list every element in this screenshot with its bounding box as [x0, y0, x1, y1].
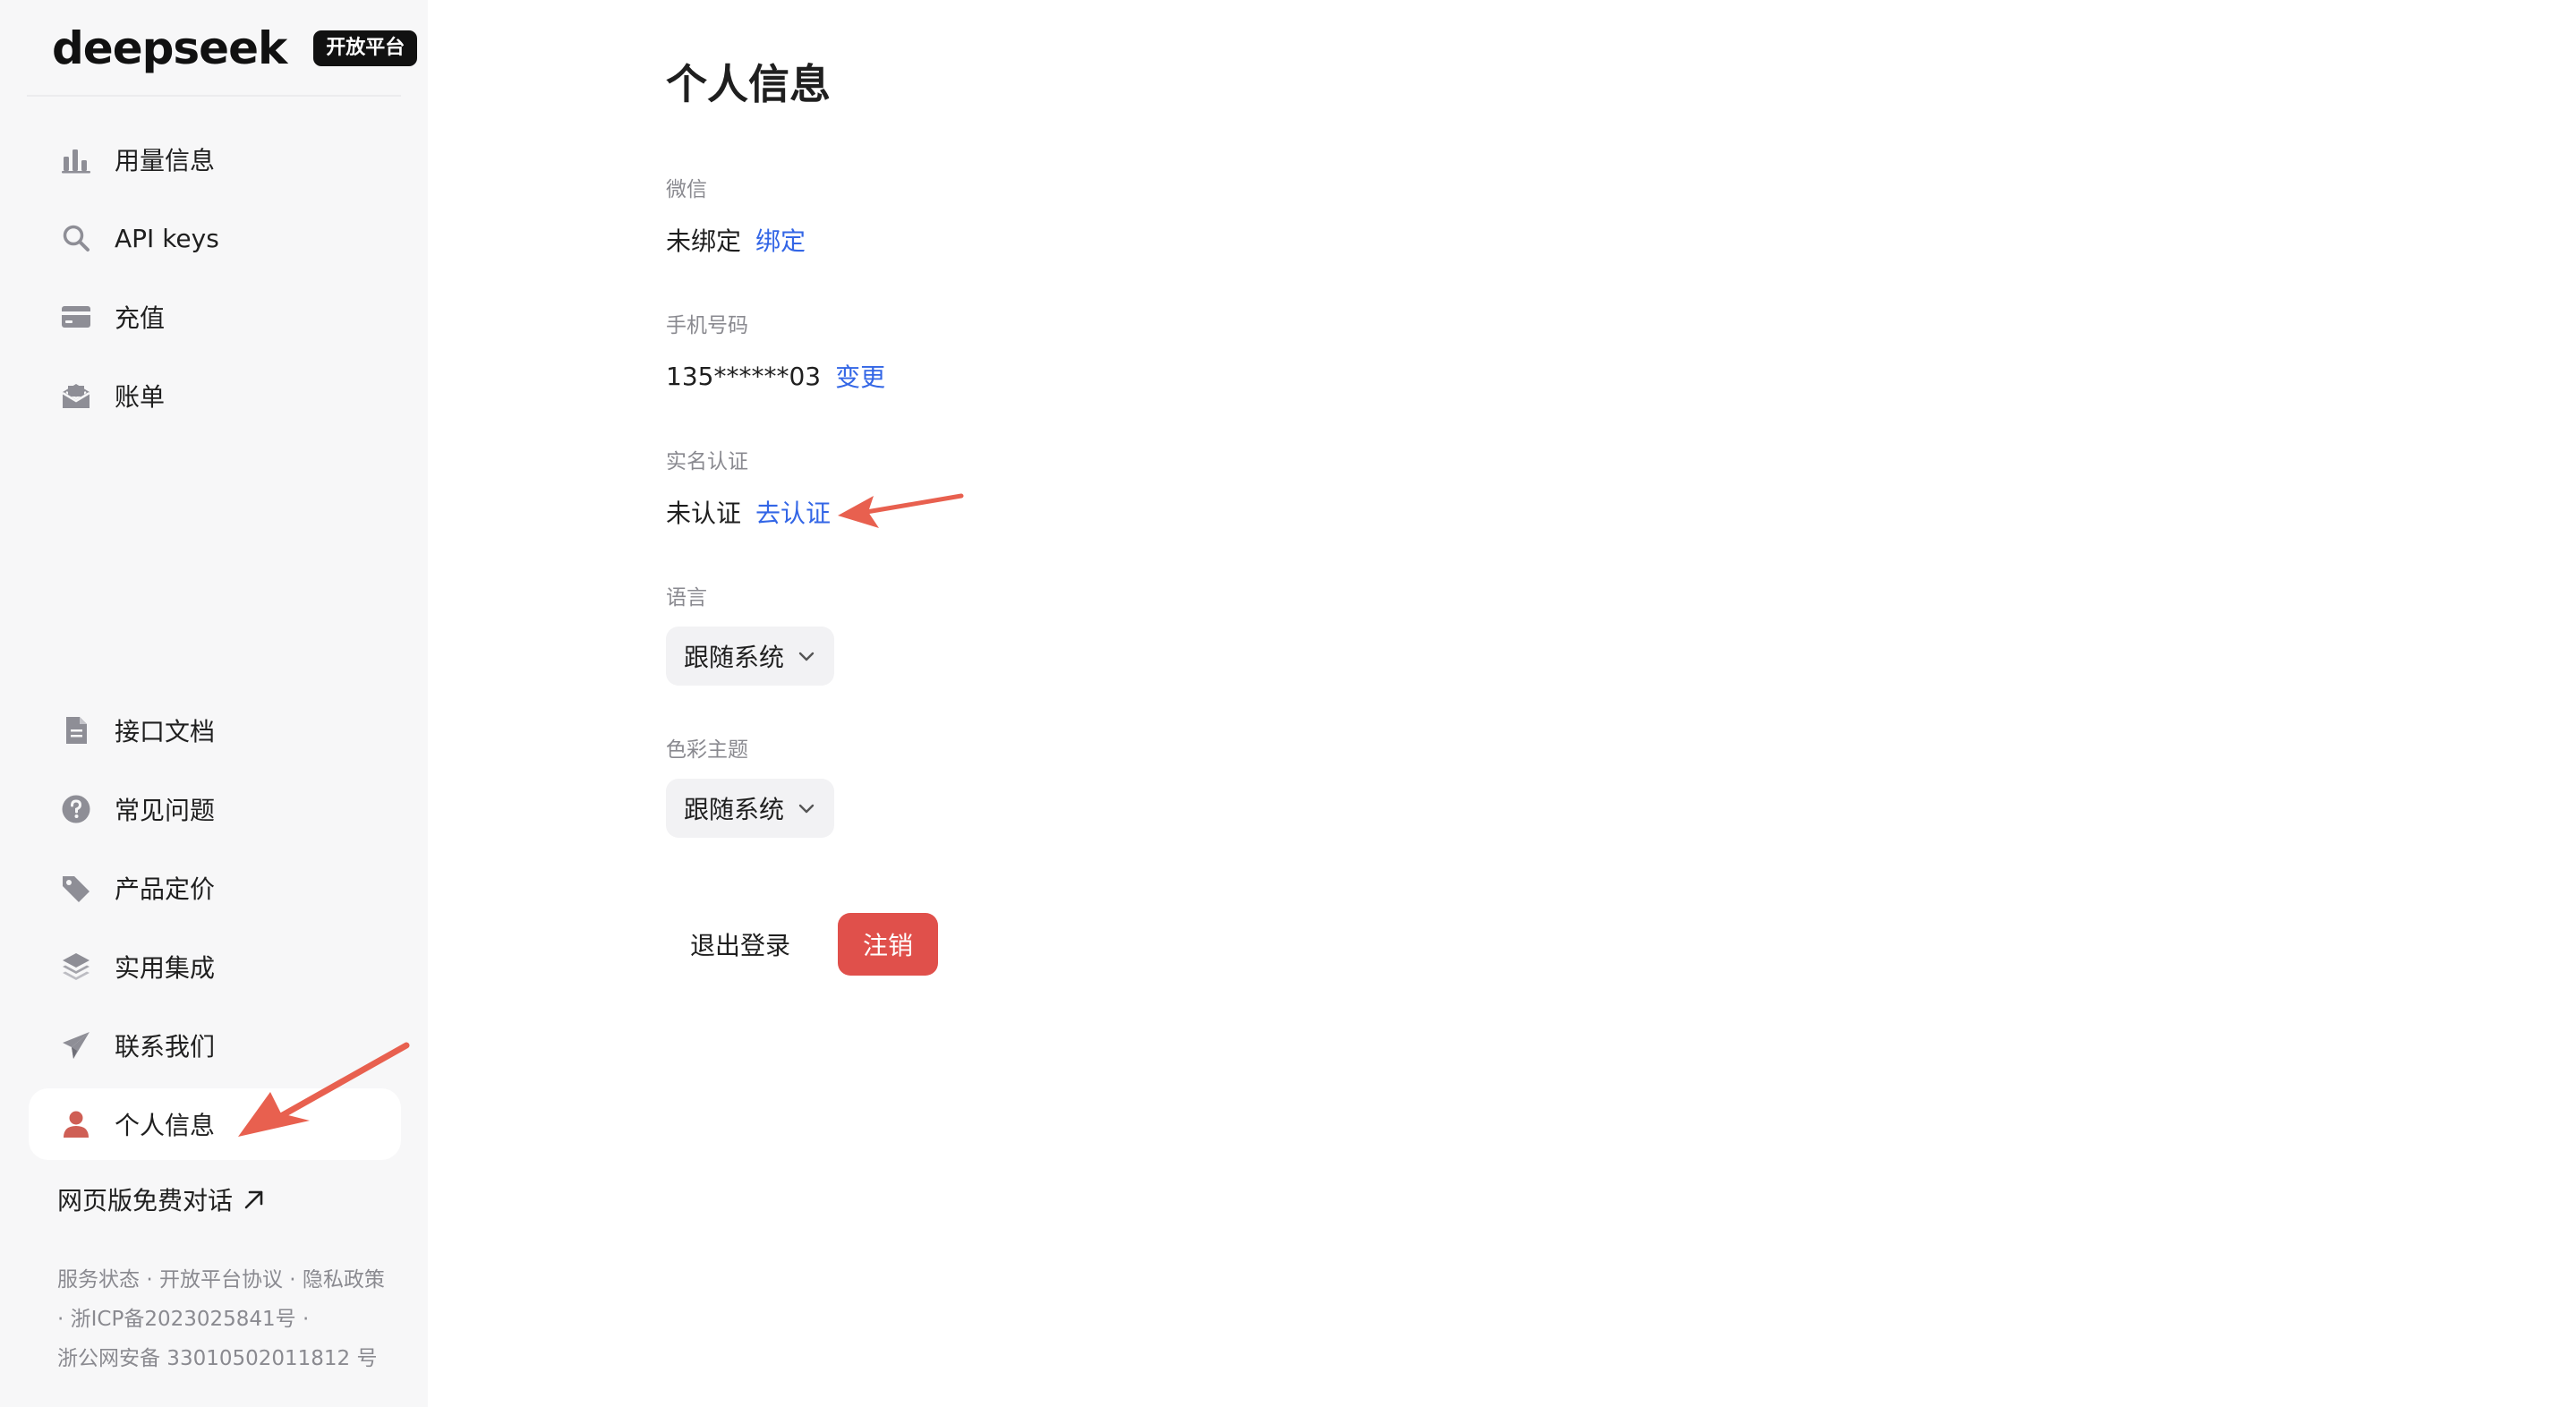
sidebar-item-label: 账单	[115, 382, 166, 412]
page-title: 个人信息	[666, 60, 831, 108]
sidebar-item-recharge[interactable]: 充值	[29, 281, 401, 353]
wechat-row: 未绑定 绑定	[666, 222, 806, 258]
wechat-label: 微信	[666, 178, 707, 201]
service-status-link[interactable]: 服务状态	[57, 1268, 140, 1292]
chevron-down-icon	[798, 804, 815, 814]
language-select[interactable]: 跟随系统	[666, 627, 834, 686]
annotation-arrow-profile	[238, 1042, 410, 1137]
sidebar-item-pricing[interactable]: 产品定价	[29, 852, 401, 924]
sidebar-item-integrations[interactable]: 实用集成	[29, 931, 401, 1002]
external-link-icon	[244, 1190, 263, 1209]
web-chat-link[interactable]: 网页版免费对话	[57, 1181, 267, 1217]
theme-select[interactable]: 跟随系统	[666, 779, 834, 838]
icp-license-link[interactable]: 浙ICP备2023025841号	[71, 1308, 296, 1331]
theme-selected: 跟随系统	[684, 795, 785, 824]
sidebar-item-label: 联系我们	[115, 1032, 216, 1062]
wechat-status: 未绑定	[666, 226, 742, 256]
sidebar-divider	[27, 95, 401, 97]
sidebar: deepseek 开放平台 用量信息 API keys 充值 账单 接口文档 常…	[0, 0, 428, 1407]
change-phone-link[interactable]: 变更	[835, 358, 885, 394]
sidebar-item-label: 常见问题	[115, 796, 216, 825]
layers-icon	[59, 950, 93, 984]
receipt-icon	[59, 379, 93, 413]
sidebar-item-label: 用量信息	[115, 146, 216, 175]
bar-chart-icon	[59, 142, 93, 176]
annotation-arrow-verify	[838, 493, 964, 528]
sidebar-item-billing[interactable]: 账单	[29, 360, 401, 431]
app-window: deepseek 开放平台 用量信息 API keys 充值 账单 接口文档 常…	[0, 0, 2576, 1407]
sidebar-item-label: 实用集成	[115, 953, 216, 983]
sidebar-item-api-keys[interactable]: API keys	[29, 202, 401, 274]
platform-badge: 开放平台	[313, 30, 418, 66]
phone-number: 135******03	[666, 361, 822, 391]
phone-label: 手机号码	[666, 314, 748, 337]
sidebar-item-usage[interactable]: 用量信息	[29, 124, 401, 195]
sidebar-item-label: 接口文档	[115, 717, 216, 746]
police-record-link[interactable]: 浙公网安备 33010502011812 号	[57, 1347, 378, 1370]
verify-realname-link[interactable]: 去认证	[755, 494, 831, 530]
phone-row: 135******03 变更	[666, 358, 885, 394]
realname-row: 未认证 去认证	[666, 494, 831, 530]
web-chat-label: 网页版免费对话	[57, 1186, 234, 1215]
theme-label: 色彩主题	[666, 738, 748, 762]
paper-plane-icon	[59, 1028, 93, 1062]
deepseek-logo: deepseek	[52, 22, 287, 74]
realname-label: 实名认证	[666, 450, 748, 473]
bind-wechat-link[interactable]: 绑定	[755, 222, 806, 258]
document-icon	[59, 713, 93, 747]
delete-account-button[interactable]: 注销	[838, 913, 938, 976]
chevron-down-icon	[798, 652, 815, 661]
sidebar-item-faq[interactable]: 常见问题	[29, 773, 401, 845]
sidebar-item-label: 个人信息	[115, 1111, 216, 1140]
platform-agreement-link[interactable]: 开放平台协议	[159, 1268, 283, 1292]
logout-button[interactable]: 退出登录	[666, 913, 815, 976]
language-label: 语言	[666, 586, 707, 610]
price-tag-icon	[59, 871, 93, 905]
sidebar-footer: 服务状态 · 开放平台协议 · 隐私政策 · 浙ICP备2023025841号 …	[57, 1268, 385, 1370]
search-icon	[59, 221, 93, 255]
privacy-policy-link[interactable]: 隐私政策	[303, 1268, 385, 1292]
sidebar-item-label: 产品定价	[115, 874, 216, 904]
brand-header[interactable]: deepseek 开放平台	[52, 20, 418, 77]
language-selected: 跟随系统	[684, 643, 785, 672]
sidebar-item-label: API keys	[115, 223, 219, 253]
wallet-icon	[59, 300, 93, 334]
user-icon	[59, 1107, 93, 1141]
realname-status: 未认证	[666, 499, 742, 528]
sidebar-item-label: 充值	[115, 303, 166, 333]
question-icon	[59, 792, 93, 826]
sidebar-item-api-docs[interactable]: 接口文档	[29, 695, 401, 766]
